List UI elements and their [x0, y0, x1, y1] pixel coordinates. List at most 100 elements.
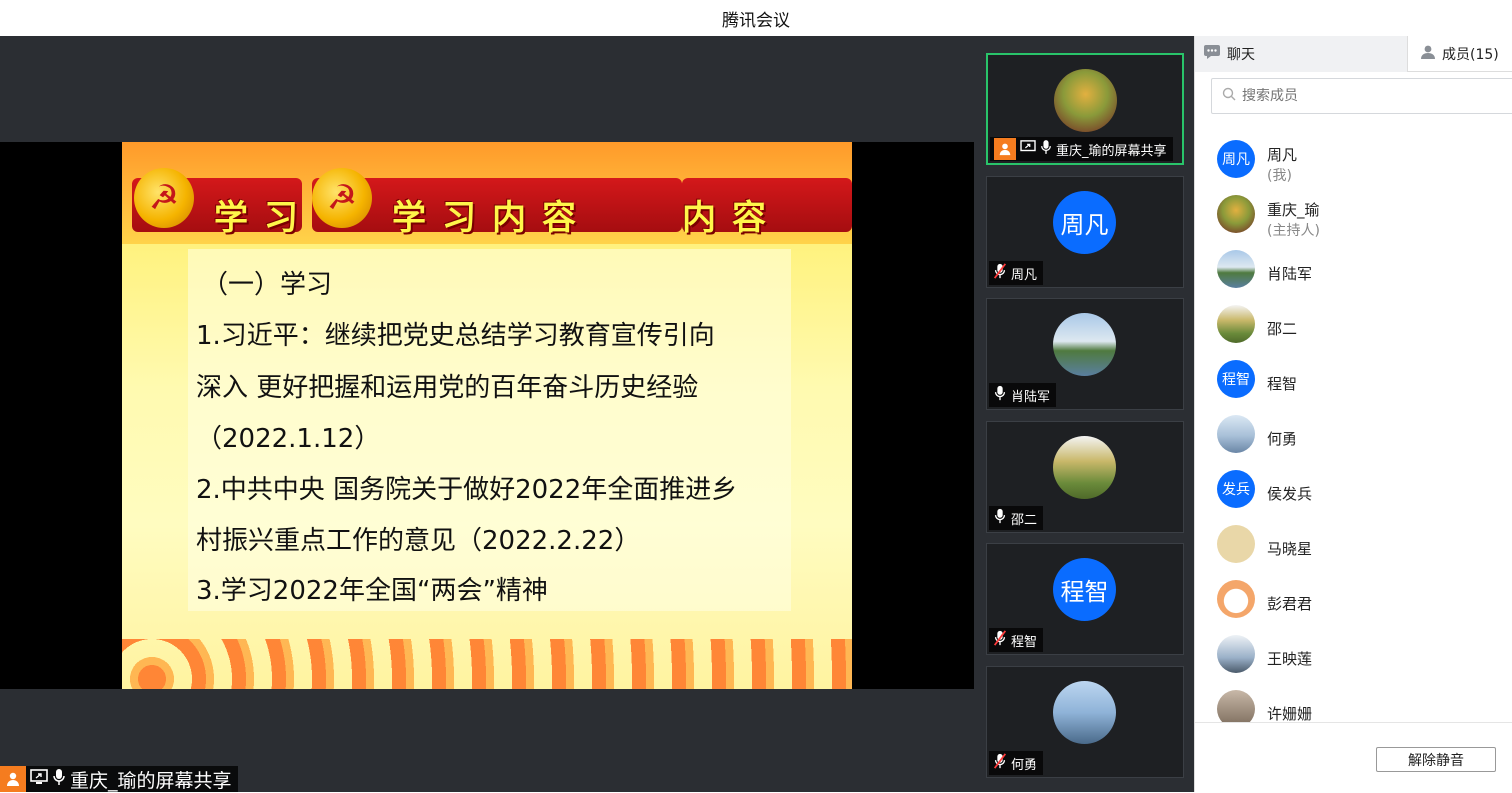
sidebar-tabs: 聊天 成员(15) [1195, 36, 1512, 72]
avatar [1217, 305, 1255, 343]
avatar [1217, 195, 1255, 233]
video-tile[interactable]: 肖陆军 [986, 298, 1184, 410]
member-name: 王映莲 [1267, 650, 1313, 668]
list-item[interactable]: 程智 程智 [1195, 352, 1512, 407]
window-titlebar: 腾讯会议 [0, 0, 1512, 36]
main-stage: ☭ ☭ 学习 学习内容 内容 （一）学习 1.习近平：继续把党史总结学习教育宣传… [0, 36, 974, 792]
tile-name: 肖陆军 [1011, 389, 1051, 405]
tab-chat[interactable]: 聊天 [1195, 36, 1408, 72]
avatar [1053, 313, 1116, 376]
video-tile[interactable]: 邵二 [986, 421, 1184, 533]
list-item[interactable]: 许姗姗 [1195, 682, 1512, 722]
sidebar-footer: 解除静音 [1195, 722, 1512, 792]
avatar: 周凡 [1053, 191, 1116, 254]
list-item[interactable]: 邵二 [1195, 297, 1512, 352]
tile-name: 周凡 [1011, 267, 1038, 283]
tile-name: 何勇 [1011, 757, 1038, 773]
member-list: 周凡 周凡 (我) 重庆_瑜 (主持人) 肖陆军 邵二 程智 程智 何勇 发兵 … [1195, 132, 1512, 722]
slide-line: 1.习近平：继续把党史总结学习教育宣传引向 [196, 321, 715, 351]
search-input[interactable] [1242, 88, 1502, 104]
search-icon [1222, 87, 1236, 105]
avatar: 周凡 [1217, 140, 1255, 178]
tile-label: 周凡 [989, 261, 1044, 285]
slide-line: 3.学习2022年全国“两会”精神 [196, 576, 548, 606]
list-item[interactable]: 周凡 周凡 (我) [1195, 132, 1512, 187]
window-title: 腾讯会议 [722, 10, 790, 31]
mic-muted-icon [993, 263, 1007, 283]
member-name: 邵二 [1267, 320, 1298, 338]
list-item[interactable]: 王映莲 [1195, 627, 1512, 682]
avatar [1217, 690, 1255, 722]
member-name: 许姗姗 [1267, 705, 1313, 722]
avatar [1053, 681, 1116, 744]
video-tile[interactable]: 周凡 周凡 [986, 176, 1184, 288]
tile-name: 程智 [1011, 634, 1038, 650]
slide-title: 学习内容 [392, 198, 592, 238]
tab-chat-label: 聊天 [1227, 47, 1255, 63]
tab-members-label: 成员(15) [1442, 47, 1499, 63]
member-name: 程智 [1267, 375, 1298, 393]
tab-members[interactable]: 成员(15) [1408, 36, 1512, 72]
mic-icon [1040, 139, 1052, 159]
slide-line: （一）学习 [202, 270, 333, 300]
tile-name: 邵二 [1011, 512, 1038, 528]
slide-line: 2.中共中央 国务院关于做好2022年全面推进乡 [196, 475, 738, 505]
party-emblem-icon: ☭ [312, 168, 372, 228]
video-tile-screen-share[interactable]: 重庆_瑜的屏幕共享 [986, 53, 1184, 165]
tile-label: 何勇 [989, 751, 1044, 775]
member-name: 周凡 [1267, 146, 1298, 164]
presentation-slide: ☭ ☭ 学习 学习内容 内容 （一）学习 1.习近平：继续把党史总结学习教育宣传… [122, 142, 852, 689]
unmute-button[interactable]: 解除静音 [1376, 747, 1496, 772]
avatar: 程智 [1053, 558, 1116, 621]
list-item[interactable]: 何勇 [1195, 407, 1512, 462]
slide-line: 深入 更好把握和运用党的百年奋斗历史经验 [196, 373, 699, 403]
list-item[interactable]: 发兵 侯发兵 [1195, 462, 1512, 517]
avatar [1217, 580, 1255, 618]
screen-share-area: ☭ ☭ 学习 学习内容 内容 （一）学习 1.习近平：继续把党史总结学习教育宣传… [0, 142, 974, 689]
mic-icon [993, 508, 1007, 528]
list-item[interactable]: 肖陆军 [1195, 242, 1512, 297]
screen-share-icon [30, 768, 48, 790]
person-icon [1420, 44, 1436, 64]
member-name: 重庆_瑜 [1267, 201, 1320, 219]
avatar [1054, 69, 1117, 132]
avatar [1217, 525, 1255, 563]
list-item[interactable]: 彭君君 [1195, 572, 1512, 627]
video-tile-column: 重庆_瑜的屏幕共享 周凡 周凡 肖陆军 邵二 程智 程智 何勇 [974, 36, 1194, 792]
list-item[interactable]: 重庆_瑜 (主持人) [1195, 187, 1512, 242]
slide-title-fragment: 学习 [214, 198, 314, 238]
avatar [1217, 635, 1255, 673]
tile-label: 重庆_瑜的屏幕共享 [990, 137, 1173, 161]
slide-line: （2022.1.12） [196, 424, 381, 454]
slide-flower-decoration [122, 639, 852, 689]
slide-line: 村振兴重点工作的意见（2022.2.22） [196, 526, 641, 556]
avatar [1217, 250, 1255, 288]
avatar [1217, 415, 1255, 453]
member-name: 侯发兵 [1267, 485, 1313, 503]
member-name: 彭君君 [1267, 595, 1313, 613]
mic-icon [993, 385, 1007, 405]
slide-title-fragment: 内容 [682, 198, 782, 238]
tile-label: 程智 [989, 628, 1044, 652]
chat-icon [1203, 44, 1221, 64]
list-item[interactable]: 马晓星 [1195, 517, 1512, 572]
tile-label: 邵二 [989, 506, 1044, 530]
mic-muted-icon [993, 630, 1007, 650]
person-icon [994, 138, 1016, 160]
share-label-text: 重庆_瑜的屏幕共享 [70, 769, 232, 792]
avatar: 程智 [1217, 360, 1255, 398]
member-name: 马晓星 [1267, 540, 1313, 558]
members-sidebar: 聊天 成员(15) 周凡 周凡 (我) 重庆_瑜 (主持人) 肖陆军 [1194, 36, 1512, 792]
video-tile[interactable]: 程智 程智 [986, 543, 1184, 655]
video-tile[interactable]: 何勇 [986, 666, 1184, 778]
member-role: (主持人) [1267, 223, 1320, 239]
member-search[interactable] [1211, 78, 1512, 114]
share-label: 重庆_瑜的屏幕共享 [0, 766, 238, 792]
mic-muted-icon [993, 753, 1007, 773]
party-emblem-icon: ☭ [134, 168, 194, 228]
tile-name: 重庆_瑜的屏幕共享 [1056, 143, 1167, 159]
member-role: (我) [1267, 168, 1292, 184]
avatar [1053, 436, 1116, 499]
avatar: 发兵 [1217, 470, 1255, 508]
mic-icon [52, 768, 66, 791]
